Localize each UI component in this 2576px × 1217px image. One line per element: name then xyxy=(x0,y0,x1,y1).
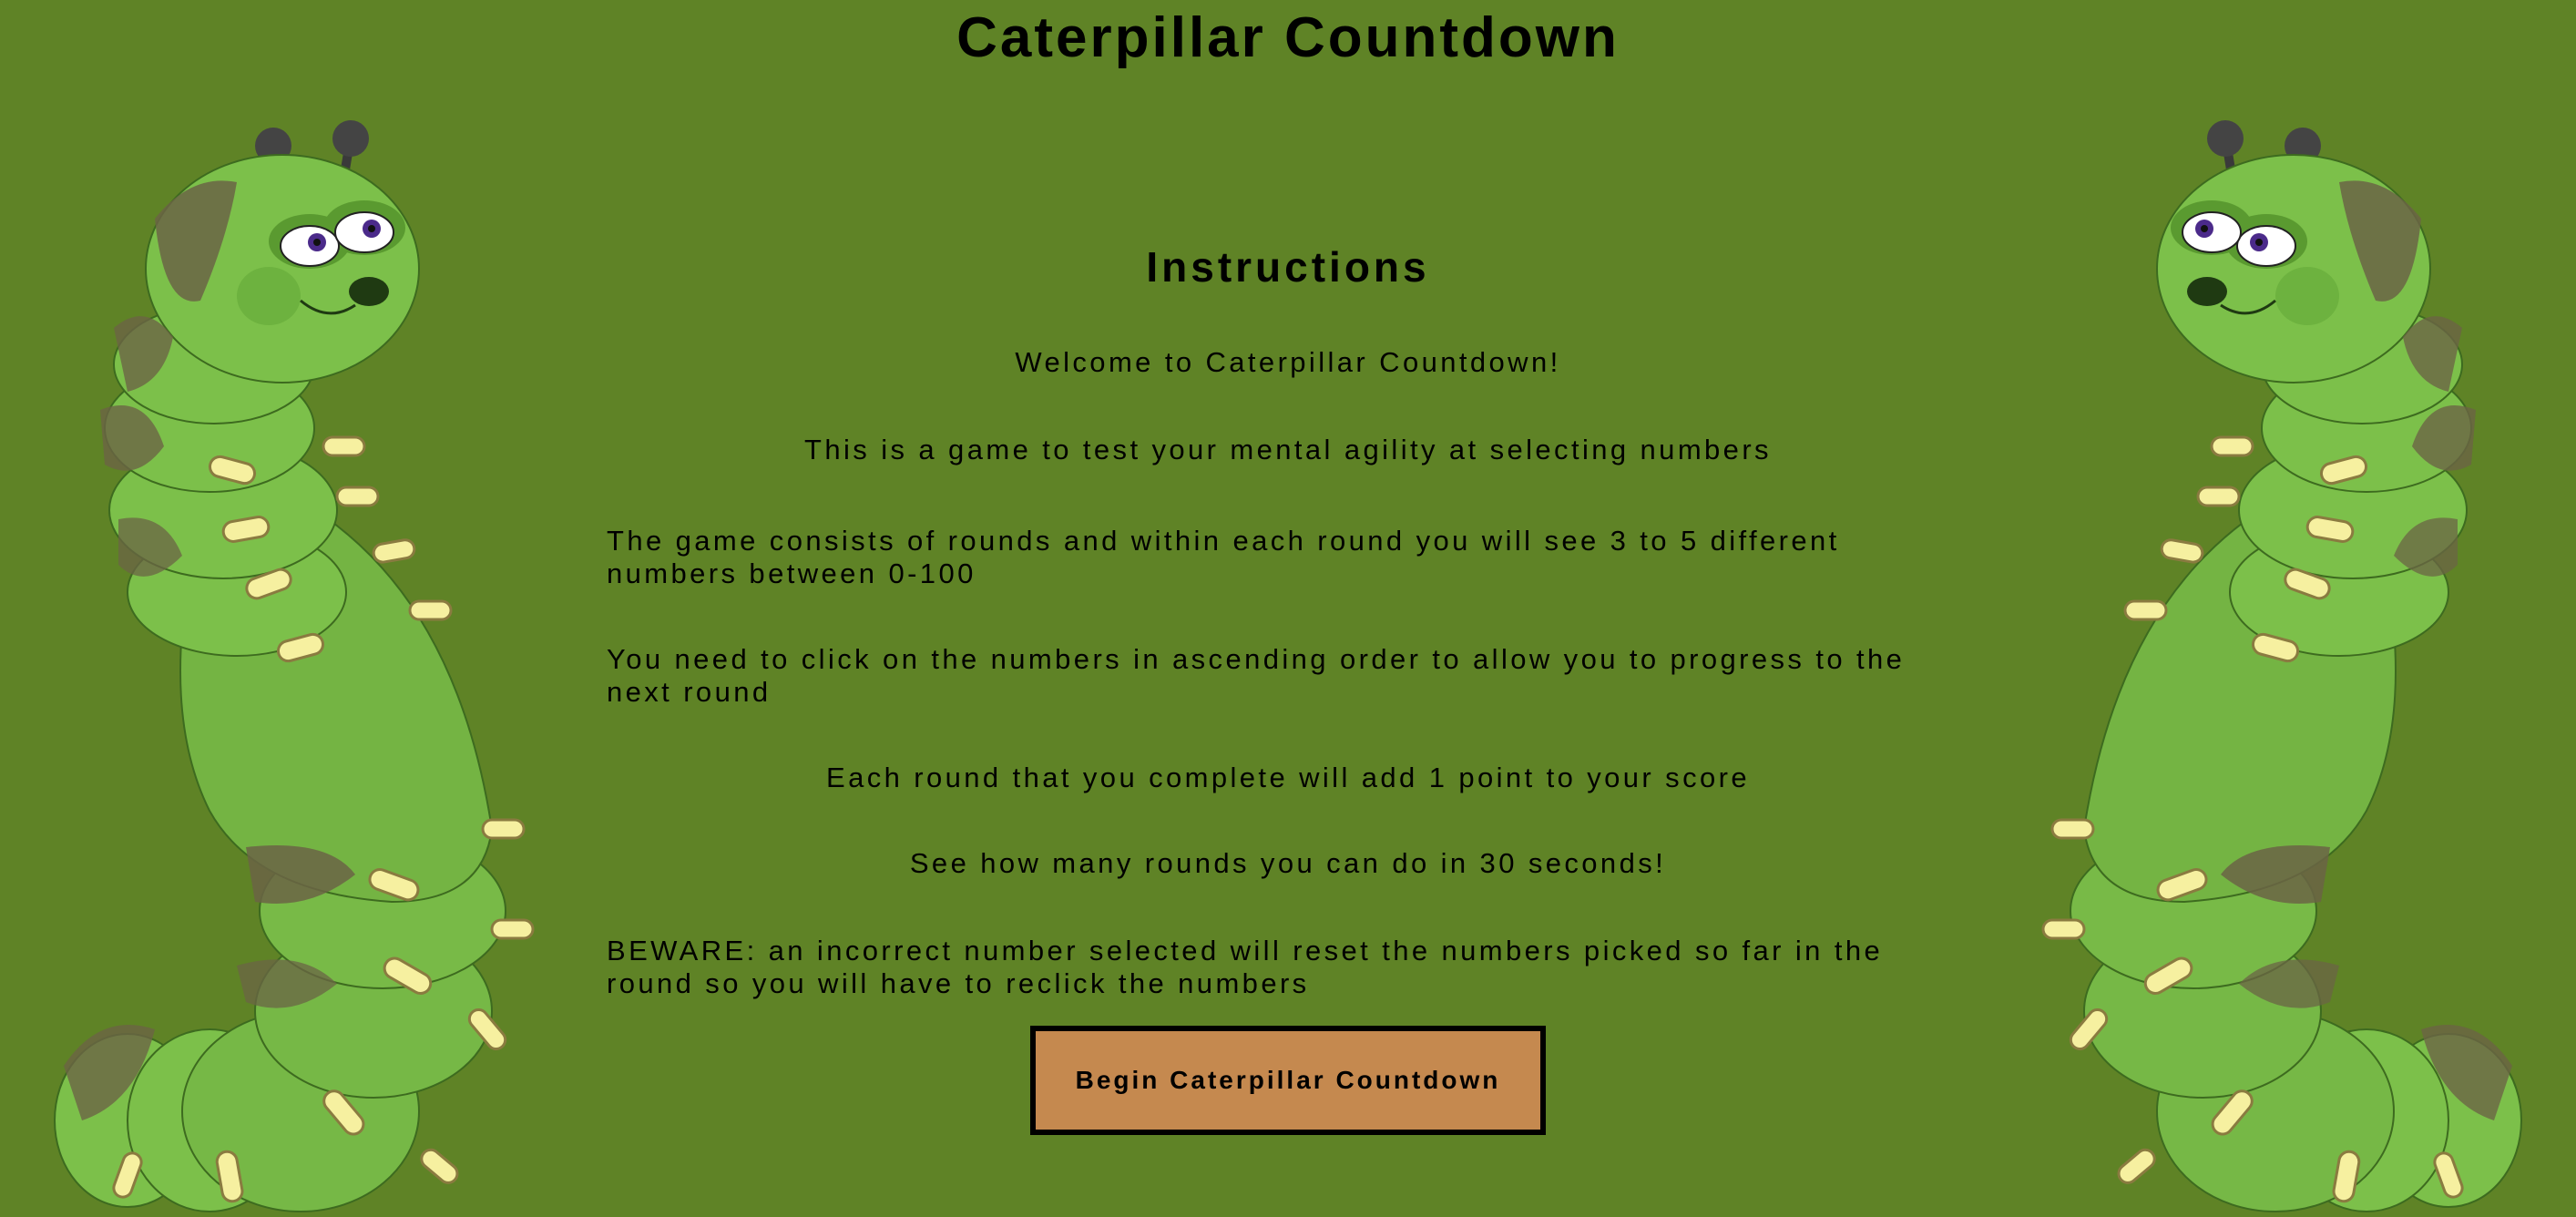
instructions-heading: Instructions xyxy=(1146,243,1430,291)
scoring-text: Each round that you complete will add 1 … xyxy=(826,762,1750,793)
caterpillar-right-illustration xyxy=(2002,118,2549,1217)
welcome-text: Welcome to Caterpillar Countdown! xyxy=(1015,346,1561,378)
beware-text: BEWARE: an incorrect number selected wil… xyxy=(607,935,1884,999)
begin-button[interactable]: Begin Caterpillar Countdown xyxy=(1030,1026,1546,1135)
instructions-panel: Instructions Welcome to Caterpillar Coun… xyxy=(607,235,1969,999)
caterpillar-left-illustration xyxy=(27,118,574,1217)
intro-text: This is a game to test your mental agili… xyxy=(804,434,1772,465)
ascending-text: You need to click on the numbers in asce… xyxy=(607,643,1906,708)
page-title: Caterpillar Countdown xyxy=(956,6,1620,69)
time-limit-text: See how many rounds you can do in 30 sec… xyxy=(909,847,1667,879)
rounds-text: The game consists of rounds and within e… xyxy=(607,525,1840,589)
